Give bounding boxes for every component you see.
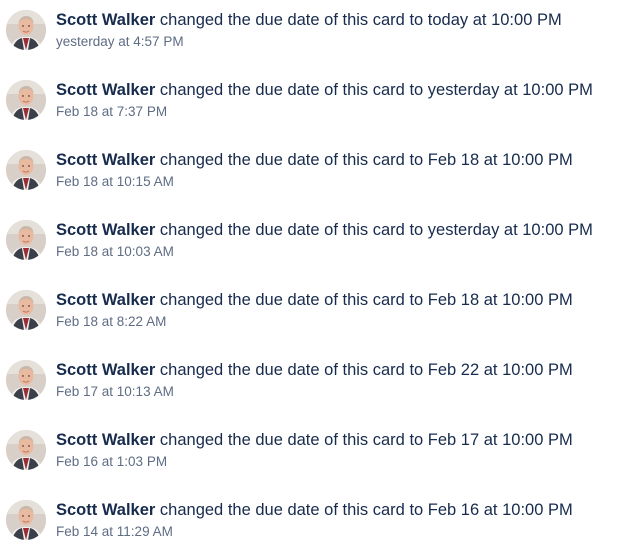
activity-body: Scott Walker changed the due date of thi… bbox=[56, 79, 637, 121]
activity-description: Scott Walker changed the due date of thi… bbox=[56, 429, 637, 451]
avatar-photo-icon bbox=[6, 220, 46, 260]
activity-text: changed the due date of this card to Feb… bbox=[155, 361, 573, 379]
activity-text: changed the due date of this card to Feb… bbox=[155, 431, 573, 449]
avatar-photo-icon bbox=[6, 360, 46, 400]
activity-item: Scott Walker changed the due date of thi… bbox=[0, 350, 637, 420]
activity-body: Scott Walker changed the due date of thi… bbox=[56, 359, 637, 401]
avatar-photo-icon bbox=[6, 290, 46, 330]
member-name[interactable]: Scott Walker bbox=[56, 291, 155, 309]
member-name[interactable]: Scott Walker bbox=[56, 81, 155, 99]
activity-date[interactable]: yesterday at 4:57 PM bbox=[56, 33, 637, 51]
member-avatar[interactable] bbox=[6, 10, 46, 50]
member-avatar[interactable] bbox=[6, 80, 46, 120]
activity-list: Scott Walker changed the due date of thi… bbox=[0, 0, 637, 560]
avatar-photo-icon bbox=[6, 500, 46, 540]
activity-text: changed the due date of this card to yes… bbox=[155, 81, 593, 99]
activity-date[interactable]: Feb 14 at 11:29 AM bbox=[56, 523, 637, 541]
activity-description: Scott Walker changed the due date of thi… bbox=[56, 219, 637, 241]
activity-item: Scott Walker changed the due date of thi… bbox=[0, 420, 637, 490]
member-name[interactable]: Scott Walker bbox=[56, 431, 155, 449]
activity-date[interactable]: Feb 16 at 1:03 PM bbox=[56, 453, 637, 471]
activity-text: changed the due date of this card to Feb… bbox=[155, 501, 573, 519]
activity-description: Scott Walker changed the due date of thi… bbox=[56, 9, 637, 31]
activity-item: Scott Walker changed the due date of thi… bbox=[0, 140, 637, 210]
activity-body: Scott Walker changed the due date of thi… bbox=[56, 9, 637, 51]
activity-description: Scott Walker changed the due date of thi… bbox=[56, 359, 637, 381]
activity-body: Scott Walker changed the due date of thi… bbox=[56, 499, 637, 541]
member-name[interactable]: Scott Walker bbox=[56, 361, 155, 379]
activity-item: Scott Walker changed the due date of thi… bbox=[0, 210, 637, 280]
activity-description: Scott Walker changed the due date of thi… bbox=[56, 289, 637, 311]
avatar-photo-icon bbox=[6, 10, 46, 50]
activity-date[interactable]: Feb 17 at 10:13 AM bbox=[56, 383, 637, 401]
activity-body: Scott Walker changed the due date of thi… bbox=[56, 429, 637, 471]
activity-text: changed the due date of this card to yes… bbox=[155, 221, 593, 239]
activity-body: Scott Walker changed the due date of thi… bbox=[56, 219, 637, 261]
member-name[interactable]: Scott Walker bbox=[56, 501, 155, 519]
activity-description: Scott Walker changed the due date of thi… bbox=[56, 79, 637, 101]
member-avatar[interactable] bbox=[6, 150, 46, 190]
activity-item: Scott Walker changed the due date of thi… bbox=[0, 280, 637, 350]
member-name[interactable]: Scott Walker bbox=[56, 11, 155, 29]
member-avatar[interactable] bbox=[6, 360, 46, 400]
member-name[interactable]: Scott Walker bbox=[56, 221, 155, 239]
activity-text: changed the due date of this card to tod… bbox=[155, 11, 562, 29]
activity-description: Scott Walker changed the due date of thi… bbox=[56, 149, 637, 171]
avatar-photo-icon bbox=[6, 150, 46, 190]
member-name[interactable]: Scott Walker bbox=[56, 151, 155, 169]
activity-date[interactable]: Feb 18 at 7:37 PM bbox=[56, 103, 637, 121]
member-avatar[interactable] bbox=[6, 500, 46, 540]
avatar-photo-icon bbox=[6, 80, 46, 120]
activity-text: changed the due date of this card to Feb… bbox=[155, 151, 573, 169]
activity-item: Scott Walker changed the due date of thi… bbox=[0, 0, 637, 70]
member-avatar[interactable] bbox=[6, 290, 46, 330]
activity-description: Scott Walker changed the due date of thi… bbox=[56, 499, 637, 521]
member-avatar[interactable] bbox=[6, 430, 46, 470]
activity-date[interactable]: Feb 18 at 8:22 AM bbox=[56, 313, 637, 331]
member-avatar[interactable] bbox=[6, 220, 46, 260]
activity-body: Scott Walker changed the due date of thi… bbox=[56, 289, 637, 331]
activity-text: changed the due date of this card to Feb… bbox=[155, 291, 573, 309]
activity-item: Scott Walker changed the due date of thi… bbox=[0, 70, 637, 140]
activity-date[interactable]: Feb 18 at 10:15 AM bbox=[56, 173, 637, 191]
avatar-photo-icon bbox=[6, 430, 46, 470]
activity-item: Scott Walker changed the due date of thi… bbox=[0, 490, 637, 560]
activity-date[interactable]: Feb 18 at 10:03 AM bbox=[56, 243, 637, 261]
activity-body: Scott Walker changed the due date of thi… bbox=[56, 149, 637, 191]
